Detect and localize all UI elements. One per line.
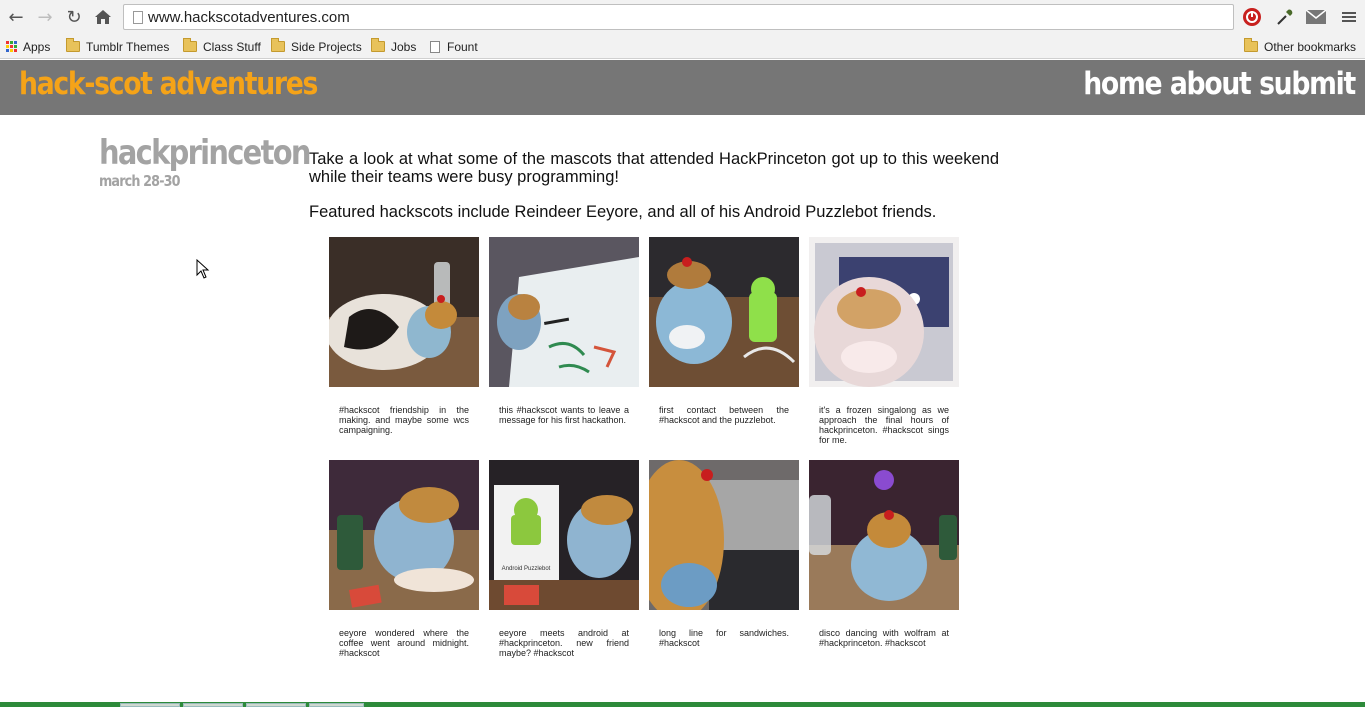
extension-stop-icon[interactable] — [1242, 7, 1262, 27]
eyedropper-icon[interactable] — [1275, 7, 1295, 27]
bookmark-label: Side Projects — [291, 39, 362, 54]
nav-home-link[interactable]: home — [1083, 66, 1162, 102]
address-bar[interactable] — [123, 4, 1234, 30]
mail-icon[interactable] — [1306, 7, 1326, 27]
photo-sandwich-line[interactable] — [649, 460, 799, 610]
browser-toolbar: ← → ↻ — [0, 0, 1365, 34]
bookmark-class-stuff[interactable]: Class Stuff — [183, 37, 261, 56]
photo-disco-wolfram[interactable] — [809, 460, 959, 610]
bookmark-apps[interactable]: Apps — [6, 37, 50, 56]
taskbar-button[interactable] — [120, 703, 180, 707]
photo-eeyore-whiteboard[interactable] — [489, 237, 639, 387]
mouse-cursor-icon — [196, 259, 210, 279]
taskbar-button[interactable] — [309, 703, 364, 707]
taskbar-button[interactable] — [183, 703, 243, 707]
photo-eeyore-android-box[interactable]: Android Puzzlebot — [489, 460, 639, 610]
back-arrow-icon[interactable]: ← — [5, 6, 27, 28]
site-header: hack-scot adventures home about submit — [0, 60, 1365, 115]
bookmark-label: Jobs — [391, 39, 417, 54]
box-label: Android Puzzlebot — [502, 566, 551, 572]
bookmark-label: Tumblr Themes — [86, 39, 170, 54]
nav-submit-link[interactable]: submit — [1259, 66, 1356, 102]
photo-caption: it's a frozen singalong as we approach t… — [819, 405, 949, 445]
photo-eeyore-puzzlebot[interactable] — [649, 237, 799, 387]
page-icon — [133, 11, 143, 24]
photo-caption: #hackscot friendship in the making. and … — [339, 405, 469, 435]
bookmark-label: Fount — [447, 39, 478, 54]
photo-eeyore-on-table[interactable] — [329, 237, 479, 387]
apps-grid-icon — [6, 41, 17, 52]
url-input[interactable] — [148, 7, 1228, 27]
photo-frozen-singalong[interactable] — [809, 237, 959, 387]
bookmark-label: Apps — [23, 39, 51, 54]
post-date: march 28-30 — [99, 172, 181, 190]
home-icon[interactable] — [92, 6, 114, 28]
photo-caption: eeyore meets android at #hackprinceton. … — [499, 628, 629, 658]
menu-icon[interactable] — [1339, 7, 1359, 27]
nav-about-link[interactable]: about — [1170, 66, 1252, 102]
photo-caption: this #hackscot wants to leave a message … — [499, 405, 629, 425]
bookmark-fount[interactable]: Fount — [430, 37, 478, 56]
document-icon — [430, 40, 440, 53]
photo-caption: eeyore wondered where the coffee went ar… — [339, 628, 469, 658]
bookmarks-bar: Apps Tumblr Themes Class Stuff Side Proj… — [0, 34, 1365, 59]
folder-icon — [1244, 38, 1258, 52]
site-logo[interactable]: hack-scot adventures — [19, 66, 318, 102]
bookmark-side-projects[interactable]: Side Projects — [271, 37, 362, 56]
folder-icon — [371, 38, 385, 52]
bookmark-label: Other bookmarks — [1264, 39, 1357, 54]
taskbar-button[interactable] — [246, 703, 306, 707]
post-paragraph: Featured hackscots include Reindeer Eeyo… — [309, 203, 937, 221]
forward-arrow-icon[interactable]: → — [34, 6, 56, 28]
bookmark-jobs[interactable]: Jobs — [371, 37, 416, 56]
photo-caption: first contact between the #hackscot and … — [659, 405, 789, 425]
bookmark-tumblr-themes[interactable]: Tumblr Themes — [66, 37, 169, 56]
photo-caption: long line for sandwiches. #hackscot — [659, 628, 789, 648]
photo-caption: disco dancing with wolfram at #hackprinc… — [819, 628, 949, 648]
folder-icon — [183, 38, 197, 52]
post-title: hackprinceton — [99, 133, 311, 173]
bookmark-label: Class Stuff — [203, 39, 261, 54]
folder-icon — [271, 38, 285, 52]
reload-icon[interactable]: ↻ — [63, 6, 85, 28]
folder-icon — [66, 38, 80, 52]
photo-eeyore-coffee[interactable] — [329, 460, 479, 610]
bookmark-other[interactable]: Other bookmarks — [1244, 37, 1356, 56]
post-body: Take a look at what some of the mascots … — [309, 150, 999, 238]
site-nav: home about submit — [1083, 66, 1356, 102]
post-paragraph: Take a look at what some of the mascots … — [309, 150, 999, 186]
